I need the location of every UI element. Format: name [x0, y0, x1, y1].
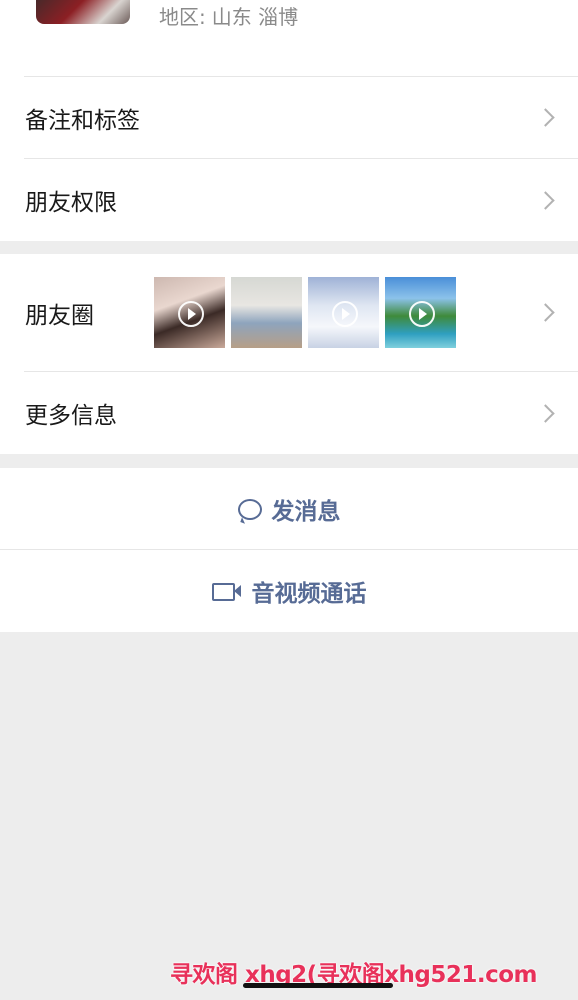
play-icon	[408, 300, 435, 327]
moments-card: 朋友圈 更多信息	[0, 254, 578, 454]
remark-tags-row[interactable]: 备注和标签	[0, 77, 578, 158]
region-value: 山东 淄博	[211, 5, 299, 29]
home-indicator	[243, 983, 393, 988]
av-call-button[interactable]: 音视频通话	[0, 550, 578, 632]
more-info-row[interactable]: 更多信息	[0, 372, 578, 454]
actions-card: 发消息 音视频通话	[0, 468, 578, 632]
play-icon	[331, 300, 358, 327]
friend-permissions-label: 朋友权限	[25, 190, 117, 216]
av-call-label: 音视频通话	[251, 581, 367, 607]
moments-thumbnails	[154, 277, 456, 348]
send-message-label: 发消息	[271, 499, 341, 525]
more-info-label: 更多信息	[25, 403, 117, 429]
avatar[interactable]	[36, 0, 130, 24]
video-camera-icon	[211, 582, 242, 601]
region-info: 地区: 山东 淄博	[159, 1, 298, 30]
moments-row[interactable]: 朋友圈	[0, 254, 578, 371]
chat-bubble-icon	[237, 498, 262, 520]
chevron-right-icon	[536, 190, 555, 210]
chevron-right-icon	[536, 303, 555, 322]
profile-info-card: 地区: 山东 淄博 备注和标签 朋友权限	[0, 0, 578, 241]
chevron-right-icon	[536, 403, 555, 423]
moments-thumbnail[interactable]	[385, 277, 456, 348]
chevron-right-icon	[536, 108, 555, 127]
moments-thumbnail[interactable]	[154, 277, 225, 348]
remark-tags-label: 备注和标签	[25, 107, 140, 134]
moments-thumbnail[interactable]	[308, 277, 379, 348]
send-message-button[interactable]: 发消息	[0, 468, 578, 550]
moments-thumbnail[interactable]	[231, 277, 302, 348]
region-label: 地区:	[159, 5, 206, 29]
moments-label: 朋友圈	[25, 302, 94, 329]
play-icon	[177, 300, 204, 327]
friend-permissions-row[interactable]: 朋友权限	[0, 159, 578, 241]
